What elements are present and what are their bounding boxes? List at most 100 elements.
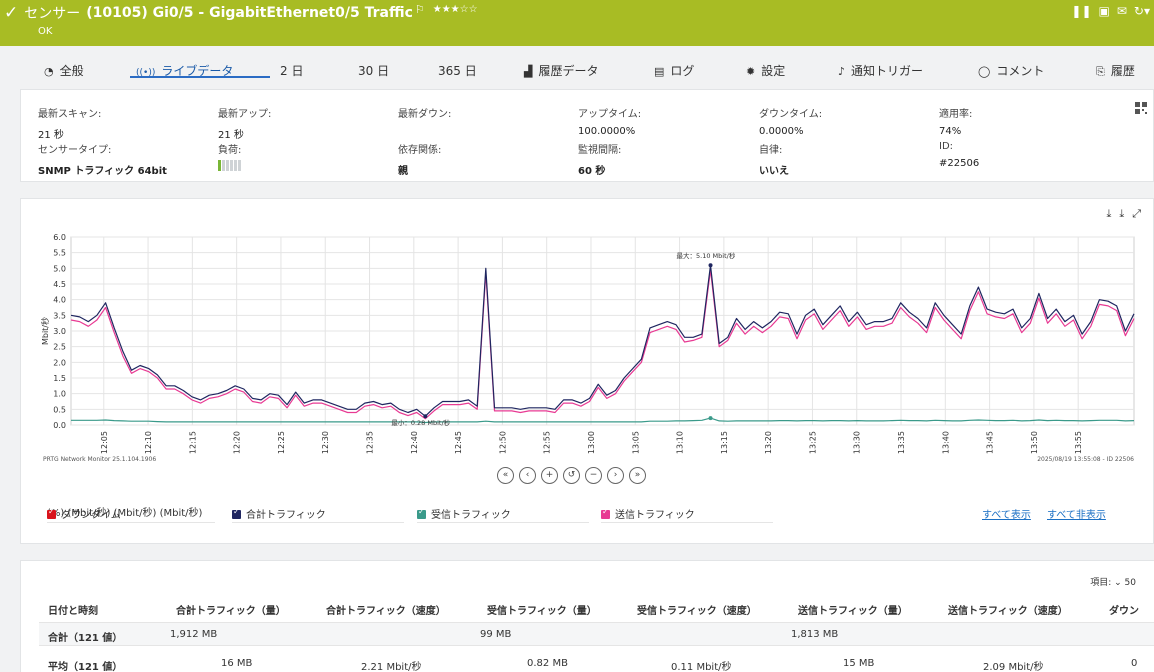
x-tick-label: 12:35 (366, 431, 375, 454)
legend-divider (232, 522, 404, 523)
x-tick-label: 13:20 (764, 431, 773, 454)
checkbox-icon[interactable] (232, 507, 241, 519)
y-tick-label: 4.0 (53, 296, 66, 305)
comment-icon: ◯ (978, 65, 991, 78)
live-chart-panel: ⤓ ⤓ ⤢ 0.0 0.5 1.0 1.5 2.0 2.5 3.0 3.5 4.0 4.5 5.0 5… (20, 198, 1154, 544)
y-tick-label: 5.0 (53, 264, 66, 273)
col-downtime[interactable]: ダウン (1109, 602, 1139, 617)
load-bar-segment (218, 160, 221, 171)
legend-divider (601, 522, 773, 523)
col-total-speed[interactable]: 合計トラフィック（速度） (326, 602, 446, 617)
legend-total-traffic[interactable]: 合計トラフィック (232, 506, 326, 521)
y-tick-label: 2.5 (53, 343, 66, 352)
info-dependency: 依存関係: 親 (398, 145, 442, 177)
area-chart-icon: ▟ (524, 65, 533, 78)
tab-30-days[interactable]: 30 日 (358, 62, 389, 79)
legend-unit: (Mbit/秒) (159, 508, 203, 519)
title-main: (10105) Gi0/5 - GigabitEthernet0/5 Traff… (86, 5, 413, 21)
x-tick-label: 13:00 (587, 431, 596, 454)
refresh-icon[interactable]: ↻▾ (1134, 4, 1150, 18)
hide-all-link[interactable]: すべて非表示 (1047, 506, 1106, 521)
y-tick-label: 1.0 (53, 390, 66, 399)
history-icon: ⎘ (1096, 65, 1105, 78)
cell-total-volume: 1,912 MB (170, 629, 218, 640)
col-out-speed[interactable]: 送信トラフィック（速度） (948, 602, 1068, 617)
tab-historic-data[interactable]: ▟ 履歴データ (524, 62, 598, 79)
legend-outbound-traffic[interactable]: 送信トラフィック (601, 506, 695, 521)
tab-settings[interactable]: ✹ 設定 (746, 62, 785, 79)
x-tick-label: 12:05 (100, 431, 109, 454)
load-bar-segment (238, 160, 241, 171)
flag-icon[interactable]: ⚐ (415, 3, 425, 16)
pdf-icon[interactable]: ▣ (1099, 4, 1110, 18)
nav-next-button[interactable]: › (607, 467, 624, 484)
priority-stars[interactable]: ★★★☆☆ (433, 4, 478, 15)
active-tab-indicator (130, 76, 270, 78)
tab-history[interactable]: ⎘ 履歴 (1096, 62, 1135, 79)
log-icon: ▤ (654, 65, 665, 78)
show-all-link[interactable]: すべて表示 (982, 506, 1031, 521)
col-out-volume[interactable]: 送信トラフィック（量） (798, 602, 908, 617)
tab-log[interactable]: ▤ ログ (654, 62, 694, 79)
tab-365-days[interactable]: 365 日 (438, 62, 477, 79)
x-tick-label: 12:50 (498, 431, 507, 454)
tab-2-days[interactable]: 2 日 (280, 62, 303, 79)
zoom-out-button[interactable]: − (585, 467, 602, 484)
checkbox-icon[interactable] (601, 507, 610, 519)
x-tick-label: 13:40 (941, 431, 950, 454)
qr-code-icon[interactable] (1135, 102, 1147, 114)
tab-comments[interactable]: ◯ コメント (978, 62, 1044, 79)
legend-divider (417, 522, 589, 523)
tab-overview[interactable]: ◔ 全般 (44, 62, 84, 79)
load-bar-segment (230, 160, 233, 171)
table-divider (39, 645, 1154, 646)
chart-footer-left: PRTG Network Monitor 25.1.104.1906 (43, 456, 156, 463)
x-tick-label: 12:20 (233, 431, 242, 454)
info-load: 負荷: (218, 141, 241, 171)
x-tick-label: 12:25 (277, 431, 286, 454)
check-icon: ✓ (4, 3, 19, 23)
info-downtime: ダウンタイム: 0.0000% (759, 109, 823, 137)
x-tick-label: 12:30 (321, 431, 330, 454)
x-tick-label: 13:30 (853, 431, 862, 454)
x-tick-label: 12:45 (454, 431, 463, 454)
x-tick-label: 13:05 (631, 431, 640, 454)
inbound-max-point (708, 416, 713, 421)
nav-prev-button[interactable]: ‹ (519, 467, 536, 484)
legend-inbound-traffic[interactable]: 受信トラフィック (417, 506, 511, 521)
chart-navigation: « ‹ + ↺ − › » (497, 467, 646, 484)
load-bar (218, 160, 241, 171)
sensor-header: ✓ センサー (10105) Gi0/5 - GigabitEthernet0/… (0, 0, 1154, 46)
load-bar-segment (234, 160, 237, 171)
tab-notification-triggers[interactable]: ♪ 通知トリガー (838, 62, 923, 79)
load-bar-segment (226, 160, 229, 171)
checkbox-icon[interactable] (417, 507, 426, 519)
x-tick-label: 13:25 (808, 431, 817, 454)
legend-downtime[interactable]: ダウンタイム (47, 506, 121, 521)
items-per-page-select[interactable]: 項目: ⌄ 50 (1090, 575, 1136, 588)
y-tick-label: 2.0 (53, 358, 66, 367)
col-datetime[interactable]: 日付と時刻 (48, 602, 98, 617)
tab-bar: ◔ 全般 ((•)) ライブデータ 2 日 30 日 365 日 ▟ 履歴データ ▤ ロ… (20, 56, 1154, 80)
sensor-info-panel: 最新スキャン: 21 秒 最新アップ: 21 秒 最新ダウン: アップタイム: 100… (20, 89, 1154, 182)
sensor-title: ✓ センサー (10105) Gi0/5 - GigabitEthernet0/… (4, 3, 478, 24)
col-in-volume[interactable]: 受信トラフィック（量） (487, 602, 597, 617)
max-point (708, 263, 713, 268)
cell-out-volume: 15 MB (843, 658, 875, 669)
mail-icon[interactable]: ✉ (1117, 4, 1127, 18)
checkbox-icon[interactable] (47, 507, 56, 519)
min-annotation: 最小：0.28 Mbit/秒 (391, 418, 450, 427)
x-tick-label: 12:15 (188, 431, 197, 454)
max-annotation: 最大：5.10 Mbit/秒 (677, 251, 736, 260)
cell-in-volume: 99 MB (480, 629, 512, 640)
y-tick-label: 4.5 (53, 280, 66, 289)
zoom-in-button[interactable]: + (541, 467, 558, 484)
pause-icon[interactable]: ❚❚ (1071, 4, 1091, 18)
col-in-speed[interactable]: 受信トラフィック（速度） (637, 602, 757, 617)
nav-last-button[interactable]: » (629, 467, 646, 484)
y-tick-label: 1.5 (53, 374, 66, 383)
col-total-volume[interactable]: 合計トラフィック（量） (176, 602, 286, 617)
nav-first-button[interactable]: « (497, 467, 514, 484)
row-label: 平均（121 値） (48, 662, 123, 672)
reset-zoom-button[interactable]: ↺ (563, 467, 580, 484)
